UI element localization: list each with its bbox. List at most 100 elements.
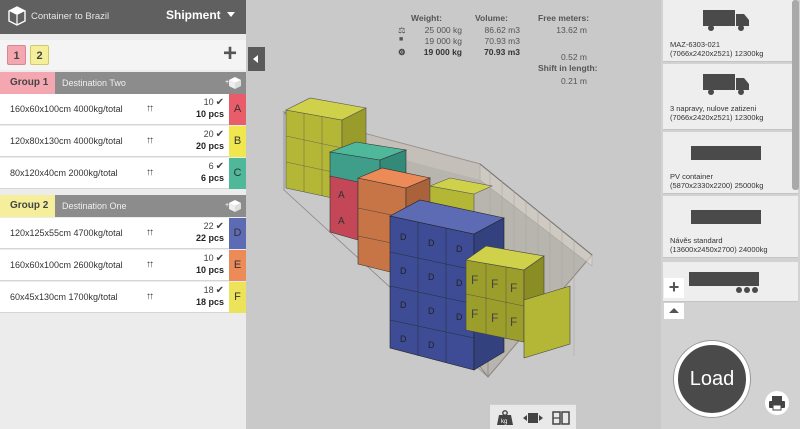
vehicle-card-naves[interactable]: Návěs standard (13600x2450x2700) 24000kg	[663, 196, 798, 258]
group-1-label: Group 1	[0, 72, 55, 94]
item-pieces: 18 pcs	[195, 297, 224, 307]
check-icon: ✔	[215, 221, 224, 232]
chevron-up-icon	[669, 308, 679, 313]
item-pieces: 10 pcs	[195, 109, 224, 119]
item-pieces: 6 pcs	[200, 173, 224, 183]
svg-text:+: +	[225, 202, 229, 209]
add-vehicle-button[interactable]: +	[664, 278, 684, 298]
cargo-item-c[interactable]: 80x120x40cm 2000kg/total ↑↑ 6 ✔ 6 pcs C	[0, 158, 246, 189]
item-count: 10 ✔	[204, 253, 224, 264]
cargo-item-f[interactable]: 60x45x130cm 1700kg/total ↑↑ 18 ✔ 18 pcs F	[0, 282, 246, 313]
vehicle-dimensions: (7066x2420x2521) 12300kg	[670, 49, 764, 58]
split-view-icon[interactable]	[551, 409, 571, 427]
trailer-icon	[691, 210, 761, 224]
item-description: 160x60x100cm 4000kg/total	[10, 104, 123, 114]
stackable-icon: ↑↑	[146, 291, 154, 302]
vehicle-card-3-napravy[interactable]: 3 napravy, nulove zatizeni (7066x2420x25…	[663, 64, 798, 130]
semi-trailer-icon	[689, 272, 759, 293]
item-letter-badge: C	[229, 158, 246, 189]
item-count: 18 ✔	[204, 285, 224, 296]
volume-loaded: 70.93 m3	[484, 36, 520, 46]
vehicle-dimensions: (5870x2330x2200) 25000kg	[670, 181, 764, 190]
stackable-icon: ↑↑	[146, 167, 154, 178]
weight-loaded: 19 000 kg	[424, 36, 462, 46]
project-name[interactable]: Container to Brazil	[31, 11, 109, 22]
item-count: 20 ✔	[204, 129, 224, 140]
vehicle-name: PV container	[670, 172, 713, 181]
group-1-header[interactable]: Group 1 Destination Two +	[0, 72, 246, 94]
load-button[interactable]: Load	[674, 341, 750, 417]
total-icon: ⚙	[398, 47, 406, 57]
container-3d-view[interactable]: A A DDD DDD DDD DD F F F F F F	[270, 80, 600, 390]
shift-header: Shift in length:	[538, 63, 598, 73]
check-icon: ✔	[215, 129, 224, 140]
svg-text:D: D	[428, 238, 435, 248]
item-description: 120x125x55cm 4700kg/total	[10, 228, 123, 238]
item-letter-badge: A	[229, 94, 246, 125]
svg-text:D: D	[456, 244, 463, 254]
item-description: 120x80x130cm 4000kg/total	[10, 136, 123, 146]
free-meters-1: 13.62 m	[556, 25, 587, 35]
item-count: 10 ✔	[204, 97, 224, 108]
group-2-header[interactable]: Group 2 Destination One +	[0, 195, 246, 217]
vehicle-card-pv-container[interactable]: PV container (5870x2330x2200) 25000kg	[663, 132, 798, 194]
weight-view-icon[interactable]: kg	[495, 409, 515, 427]
mode-dropdown[interactable]: Shipment	[166, 8, 235, 22]
svg-text:F: F	[471, 307, 478, 321]
stackable-icon: ↑↑	[146, 227, 154, 238]
truck-icon	[703, 74, 749, 95]
add-group-button[interactable]: +	[217, 42, 243, 67]
cargo-panel: Container to Brazil Shipment 1 2 + Group…	[0, 0, 246, 429]
svg-text:D: D	[400, 300, 407, 310]
check-icon: ✔	[215, 97, 224, 108]
scroll-up-button[interactable]	[664, 303, 684, 319]
mode-label: Shipment	[166, 8, 221, 22]
count-value: 20	[203, 129, 214, 139]
svg-text:D: D	[400, 266, 407, 276]
print-icon[interactable]	[765, 391, 789, 415]
svg-text:D: D	[400, 232, 407, 242]
check-icon: ✔	[215, 161, 224, 172]
volume-max: 86.62 m3	[484, 25, 520, 35]
cargo-block-a: A A	[329, 175, 359, 241]
item-pieces: 10 pcs	[195, 265, 224, 275]
cargo-item-d[interactable]: 120x125x55cm 4700kg/total ↑↑ 22 ✔ 22 pcs …	[0, 218, 246, 249]
container-icon	[691, 146, 761, 160]
item-pieces: 22 pcs	[195, 233, 224, 243]
cargo-item-a[interactable]: 160x60x100cm 4000kg/total ↑↑ 10 ✔ 10 pcs …	[0, 94, 246, 125]
add-cargo-icon[interactable]: +	[225, 76, 241, 90]
item-description: 80x120x40cm 2000kg/total	[10, 168, 118, 178]
chevron-down-icon	[226, 12, 235, 17]
check-icon: ✔	[215, 285, 224, 296]
free-meters-header: Free meters:	[538, 13, 590, 23]
svg-text:D: D	[428, 340, 435, 350]
add-cargo-icon[interactable]: +	[225, 199, 241, 213]
stackable-icon: ↑↑	[146, 259, 154, 270]
vehicle-card-maz[interactable]: MAZ-6303-021 (7066x2420x2521) 12300kg	[663, 0, 798, 62]
chevron-left-icon	[253, 55, 258, 63]
volume-total: 70.93 m3	[484, 47, 520, 57]
vehicle-name: MAZ-6303-021	[670, 40, 721, 49]
cargo-item-e[interactable]: 160x60x100cm 2600kg/total ↑↑ 10 ✔ 10 pcs …	[0, 250, 246, 281]
svg-text:D: D	[428, 272, 435, 282]
tab-group-1[interactable]: 1	[7, 45, 26, 65]
kg-label: kg	[501, 419, 507, 425]
vehicle-dimensions: (13600x2450x2700) 24000kg	[670, 245, 768, 254]
weight-max: 25 000 kg	[424, 25, 462, 35]
item-count: 22 ✔	[204, 221, 224, 232]
cargo-item-b[interactable]: 120x80x130cm 4000kg/total ↑↑ 20 ✔ 20 pcs …	[0, 126, 246, 157]
vehicle-list-scrollbar[interactable]	[792, 0, 799, 190]
vehicle-name: 3 napravy, nulove zatizeni	[670, 104, 757, 113]
group-2-destination: Destination One	[62, 201, 127, 211]
view-toolbar: kg	[490, 404, 576, 429]
collapse-panel-button[interactable]	[248, 47, 265, 71]
svg-text:F: F	[471, 273, 478, 287]
tab-group-2[interactable]: 2	[30, 45, 49, 65]
dimensions-view-icon[interactable]	[523, 409, 543, 427]
volume-header: Volume:	[475, 13, 508, 23]
svg-text:+: +	[225, 79, 229, 86]
vehicle-name: Návěs standard	[670, 236, 723, 245]
svg-text:A: A	[338, 190, 345, 201]
svg-text:F: F	[510, 315, 517, 329]
loaded-icon: ■	[399, 36, 404, 43]
